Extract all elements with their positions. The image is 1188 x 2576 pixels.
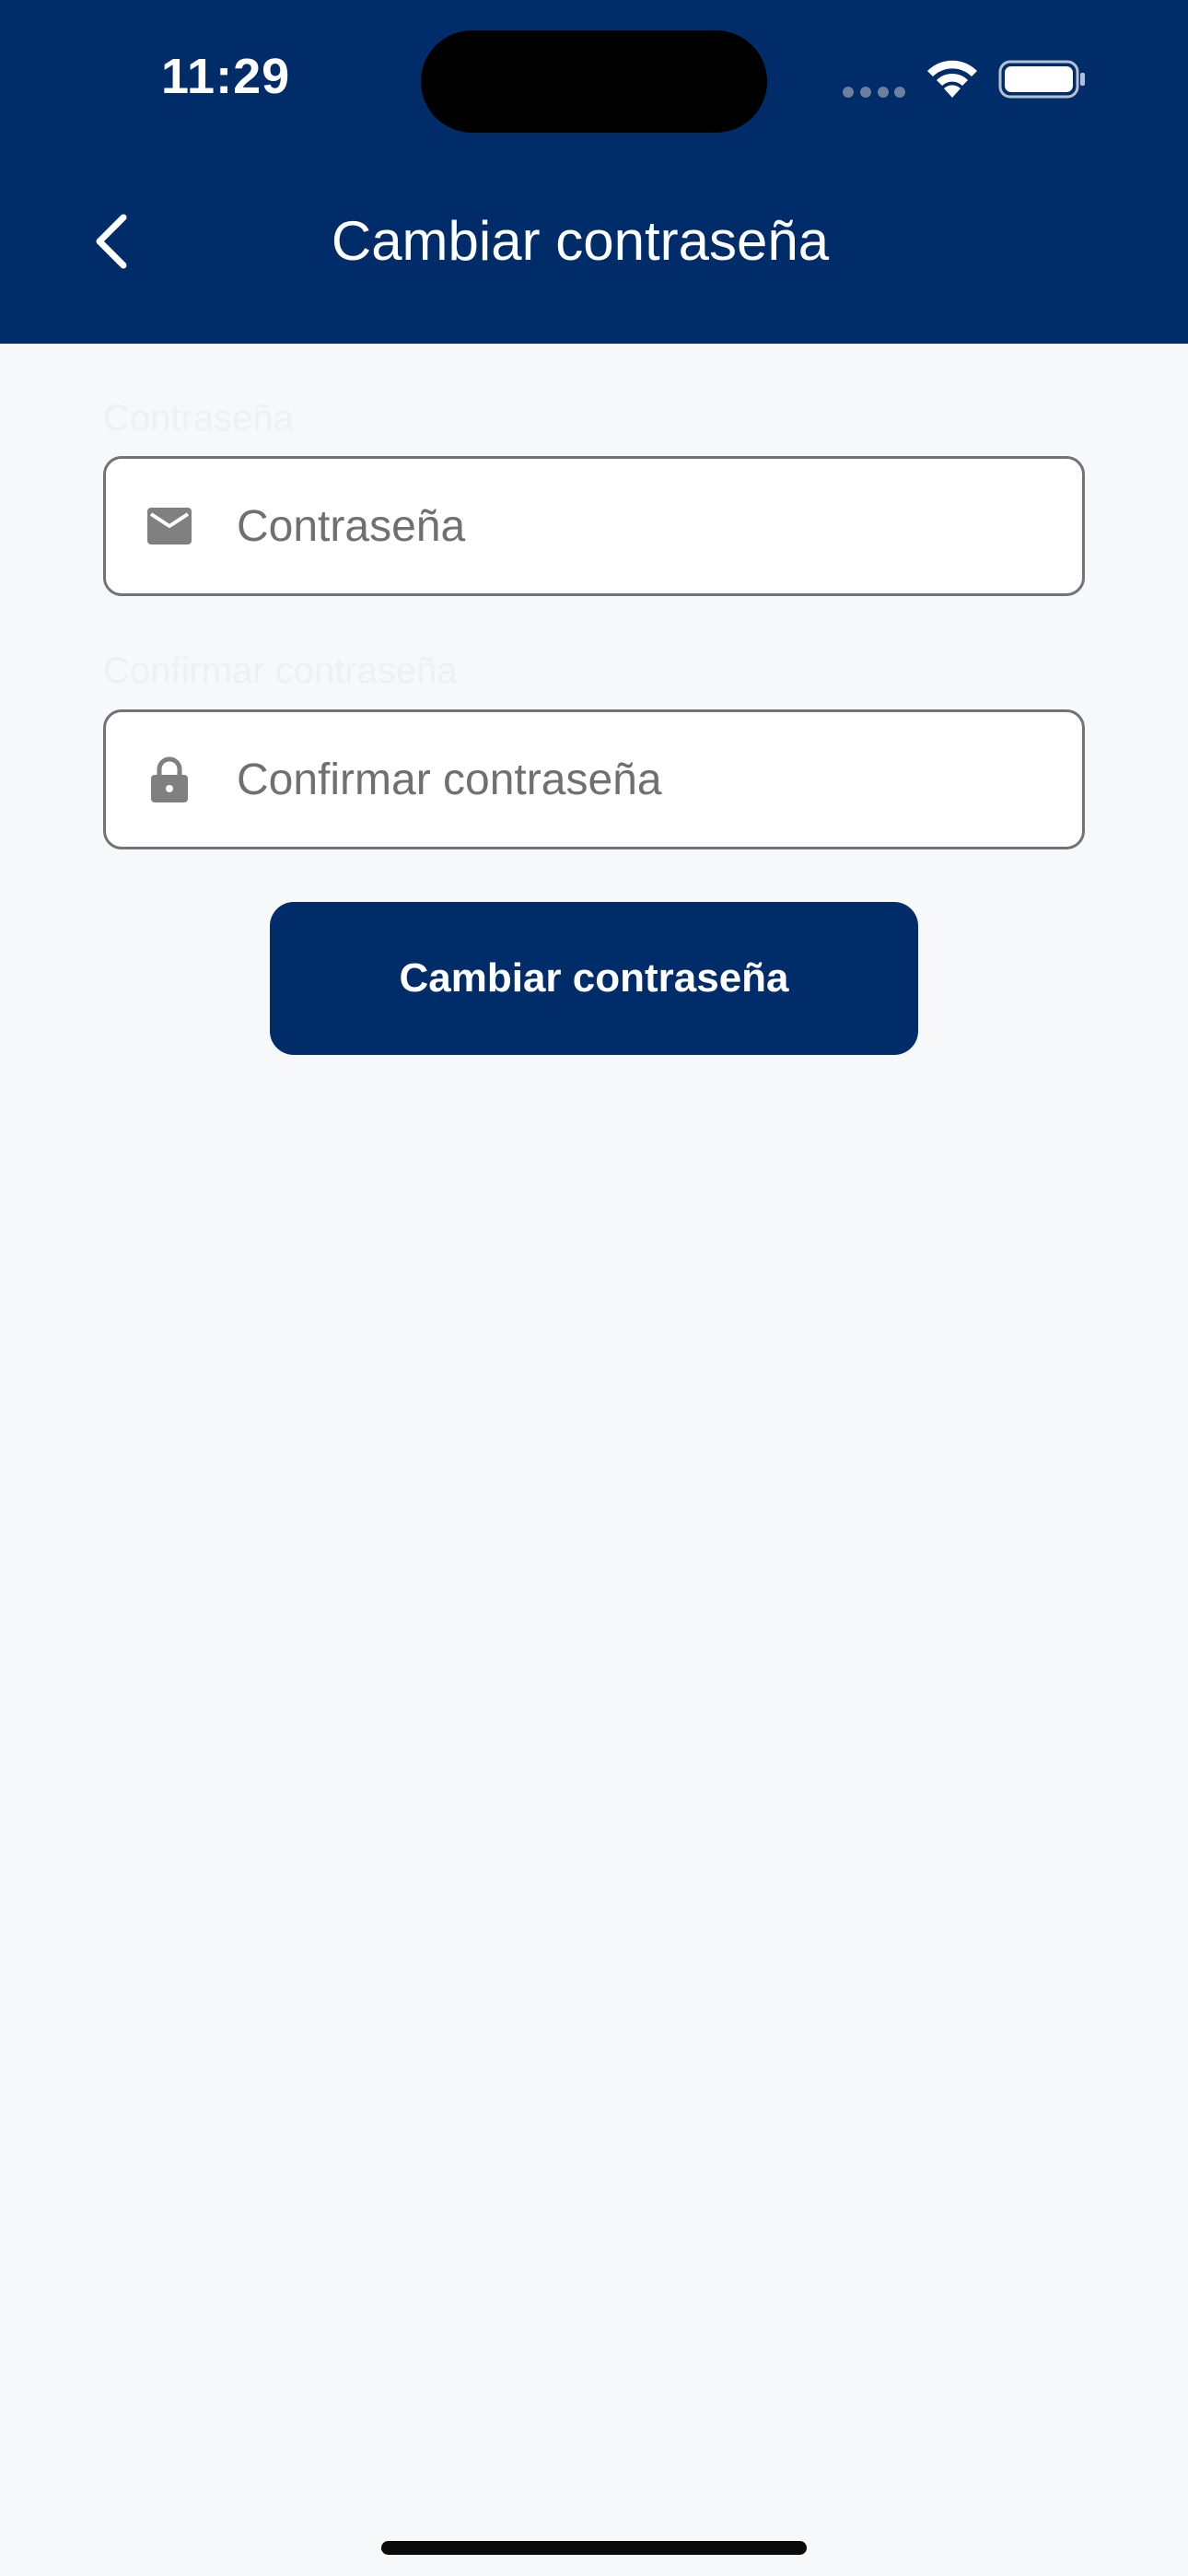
- change-password-button[interactable]: Cambiar contraseña: [270, 902, 918, 1055]
- wifi-icon: [927, 60, 977, 98]
- status-time: 11:29: [161, 49, 291, 104]
- back-button[interactable]: [74, 205, 147, 278]
- app-header: 11:29 Cambiar contraseña: [0, 0, 1188, 344]
- chevron-left-icon: [96, 214, 127, 269]
- password-input[interactable]: [237, 459, 1047, 593]
- lock-icon: [145, 755, 194, 804]
- confirm-password-field[interactable]: [103, 709, 1085, 849]
- mail-icon: [145, 501, 194, 551]
- password-label: Contraseña: [103, 398, 294, 439]
- dynamic-island: [421, 30, 767, 133]
- page-title: Cambiar contraseña: [331, 210, 830, 272]
- battery-icon: [998, 60, 1085, 99]
- confirm-password-input[interactable]: [237, 712, 1047, 847]
- home-indicator: [381, 2541, 807, 2555]
- cellular-signal-icon: [843, 87, 905, 98]
- change-password-screen: 11:29 Cambiar contraseña Contraseña Conf…: [0, 0, 1188, 2576]
- confirm-password-label: Confirmar contraseña: [103, 650, 458, 691]
- password-field[interactable]: [103, 456, 1085, 596]
